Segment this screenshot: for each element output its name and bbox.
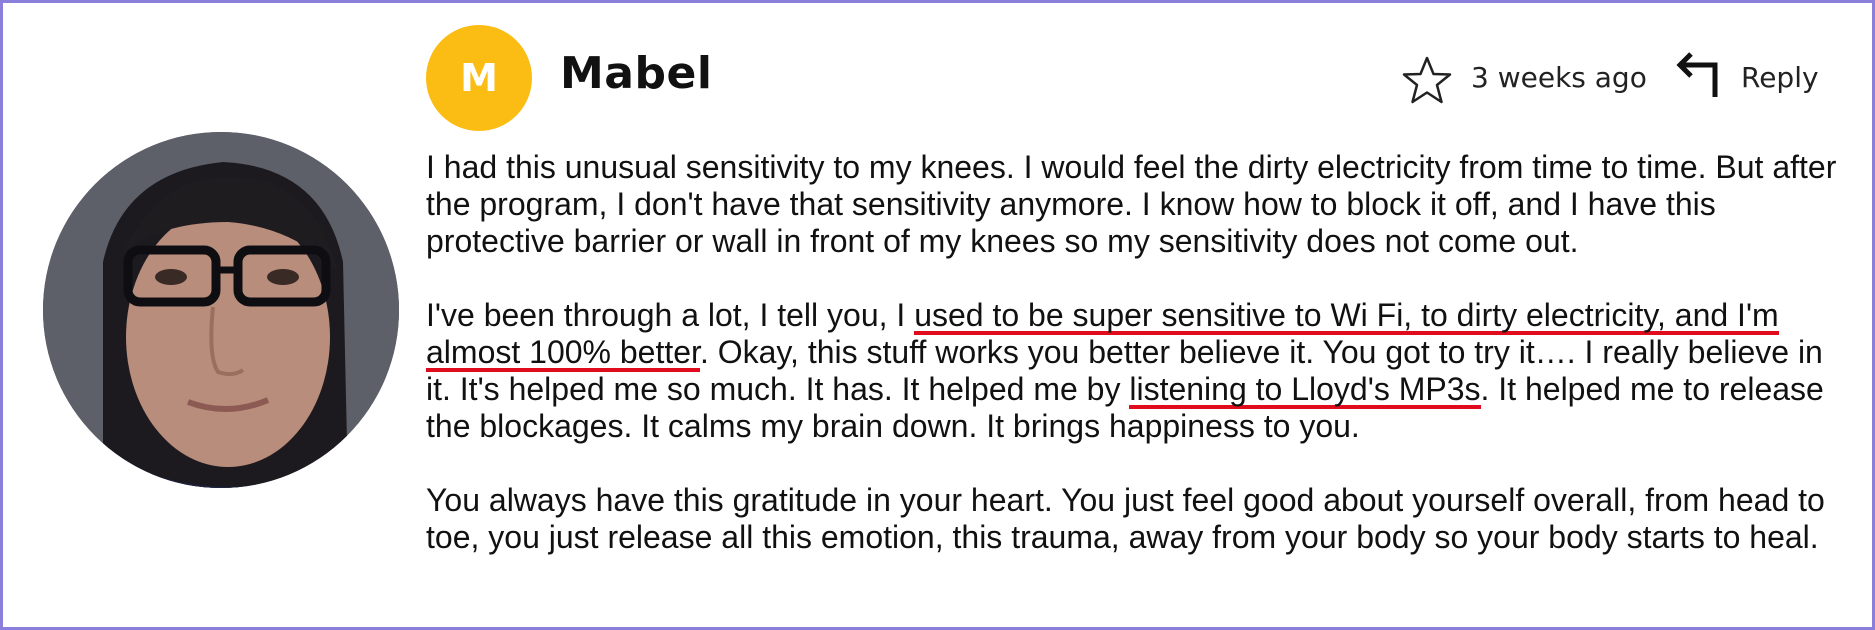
- avatar-initial: M: [460, 56, 498, 100]
- reply-arrow-icon[interactable]: [1675, 51, 1723, 101]
- review-paragraph-1: I had this unusual sensitivity to my kne…: [426, 149, 1837, 259]
- reply-button[interactable]: Reply: [1741, 61, 1819, 94]
- author-avatar[interactable]: M: [426, 25, 532, 131]
- review-text: I had this unusual sensitivity to my kne…: [426, 149, 1846, 593]
- star-icon[interactable]: [1401, 55, 1453, 107]
- review-paragraph-3: You always have this gratitude in your h…: [426, 482, 1825, 555]
- timestamp: 3 weeks ago: [1471, 61, 1647, 94]
- review-paragraph-2: I've been through a lot, I tell you, I u…: [426, 297, 1846, 445]
- review-text-segment: I've been through a lot, I tell you, I: [426, 297, 915, 333]
- profile-photo: [43, 132, 399, 488]
- testimonial-card: M Mabel 3 weeks ago Reply I had this unu…: [0, 0, 1875, 630]
- highlight-underline-2: listening to Lloyd's MP3s: [1129, 371, 1481, 409]
- author-name[interactable]: Mabel: [560, 48, 712, 99]
